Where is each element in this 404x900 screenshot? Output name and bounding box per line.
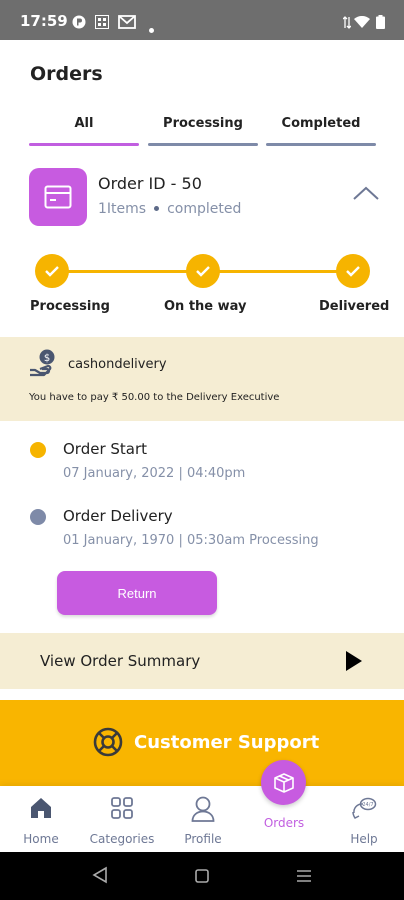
- recents-menu-icon[interactable]: [296, 868, 312, 887]
- nav-profile[interactable]: Profile: [174, 786, 232, 852]
- bottom-navigation: Home Categories Profile Orders 24/7 Help: [0, 786, 404, 852]
- payment-banner: $ cashondelivery You have to pay ₹ 50.00…: [0, 337, 404, 421]
- svg-text:$: $: [44, 353, 50, 364]
- view-order-summary-row[interactable]: View Order Summary: [0, 633, 404, 689]
- nav-help[interactable]: 24/7 Help: [340, 786, 388, 852]
- tab-completed-indicator: [266, 143, 376, 146]
- nav-categories-label: Categories: [89, 832, 155, 846]
- tab-completed-label: Completed: [281, 116, 361, 131]
- separator-dot: [154, 205, 160, 211]
- step-on-the-way-check-icon: [186, 254, 220, 288]
- view-order-summary-label: View Order Summary: [40, 652, 201, 670]
- back-triangle-icon[interactable]: [92, 866, 108, 888]
- customer-support-label: Customer Support: [134, 732, 320, 753]
- timeline-title-delivery: Order Delivery: [63, 507, 173, 525]
- tab-all-label: All: [74, 116, 94, 131]
- data-arrows-icon: [342, 14, 352, 33]
- cash-hand-icon: $: [28, 348, 60, 384]
- nav-categories[interactable]: Categories: [84, 786, 160, 852]
- order-id: Order ID - 50: [98, 174, 202, 193]
- wifi-icon: [354, 14, 370, 33]
- home-square-icon[interactable]: [195, 868, 209, 887]
- nav-help-label: Help: [350, 832, 378, 846]
- nav-home-label: Home: [23, 832, 59, 846]
- step-label-processing: Processing: [30, 299, 110, 314]
- tab-processing[interactable]: Processing: [148, 112, 258, 146]
- tab-all[interactable]: All: [29, 112, 139, 146]
- app-notification-icon: [72, 14, 86, 33]
- order-status: completed: [167, 201, 242, 217]
- order-meta: 1Items completed: [98, 201, 241, 217]
- timeline-dot-start: [30, 442, 46, 458]
- tab-processing-label: Processing: [163, 116, 243, 131]
- status-bar: 17:59: [0, 0, 404, 40]
- status-time: 17:59: [20, 12, 68, 30]
- svg-text:24/7: 24/7: [362, 802, 373, 808]
- tab-completed[interactable]: Completed: [266, 112, 376, 146]
- tab-processing-indicator: [148, 143, 258, 146]
- nav-orders-label: Orders: [263, 816, 305, 830]
- return-button[interactable]: Return: [57, 571, 217, 615]
- grid-notification-icon: [95, 14, 109, 33]
- timeline-title-start: Order Start: [63, 440, 148, 458]
- play-arrow-icon: [345, 650, 363, 676]
- mail-notification-icon: [118, 14, 136, 33]
- categories-icon: [110, 796, 134, 824]
- payment-note: You have to pay ₹ 50.00 to the Delivery …: [29, 392, 280, 403]
- home-icon: [29, 796, 53, 824]
- order-item-count: 1Items: [98, 201, 147, 217]
- nav-home[interactable]: Home: [12, 786, 70, 852]
- step-label-on-the-way: On the way: [164, 299, 247, 314]
- step-processing-check-icon: [35, 254, 69, 288]
- step-delivered-check-icon: [336, 254, 370, 288]
- order-box-icon: [29, 168, 87, 226]
- system-navigation-bar: [0, 852, 404, 900]
- help-chat-icon: 24/7: [351, 796, 377, 824]
- timeline-date-start: 07 January, 2022 | 04:40pm: [63, 466, 246, 481]
- tab-all-indicator: [29, 143, 139, 146]
- step-label-delivered: Delivered: [319, 299, 390, 314]
- timeline-dot-delivery: [30, 509, 46, 525]
- nav-profile-label: Profile: [184, 832, 222, 846]
- more-notifications-dot-icon: [149, 18, 154, 37]
- profile-icon: [191, 796, 215, 826]
- timeline-date-delivery: 01 January, 1970 | 05:30am Processing: [63, 533, 319, 548]
- payment-method: cashondelivery: [68, 357, 167, 372]
- collapse-chevron-up-icon[interactable]: [352, 185, 380, 209]
- orders-box-icon[interactable]: [261, 760, 306, 805]
- customer-support-banner[interactable]: Customer Support: [0, 700, 404, 786]
- lifebuoy-icon: [92, 726, 124, 762]
- page-title: Orders: [30, 63, 103, 85]
- battery-icon: [376, 14, 385, 33]
